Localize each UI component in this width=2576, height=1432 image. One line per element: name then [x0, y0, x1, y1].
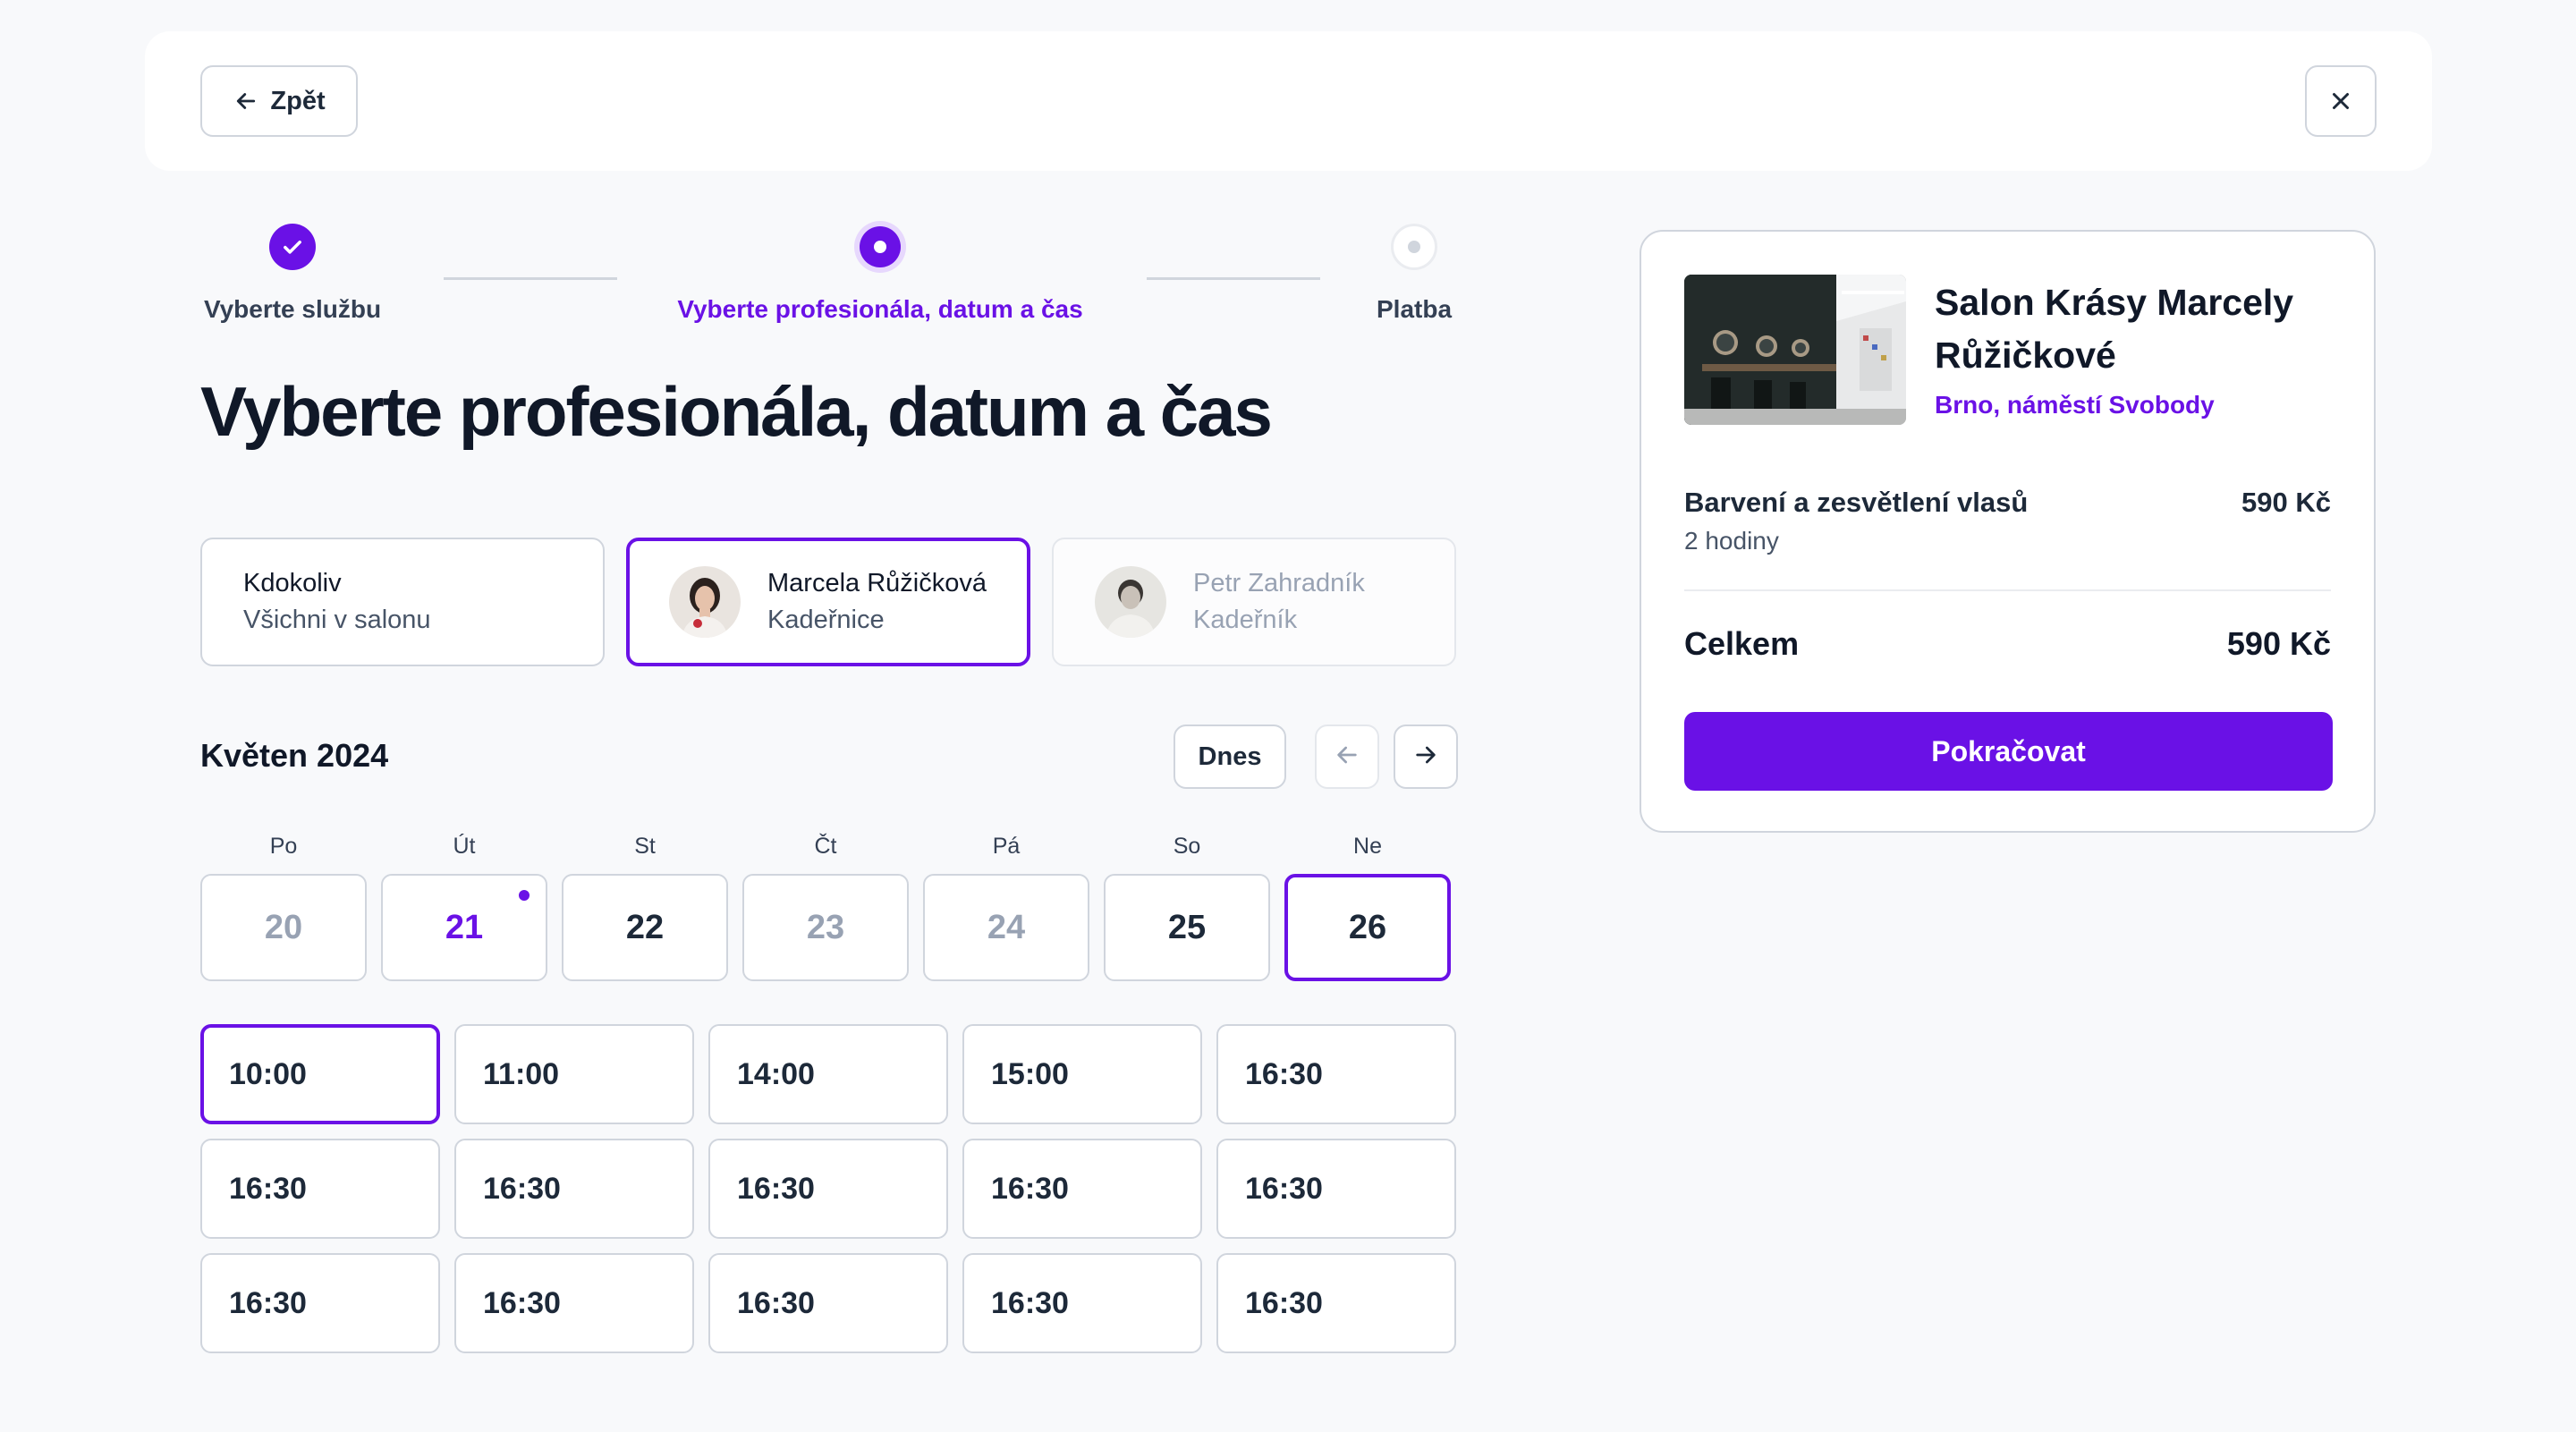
time-slot[interactable]: 16:30: [1216, 1024, 1456, 1124]
salon-location-link[interactable]: Brno, náměstí Svobody: [1935, 391, 2215, 419]
professional-name: Petr Zahradník: [1193, 569, 1365, 597]
total-value: 590 Kč: [2226, 625, 2331, 662]
service-duration: 2 hodiny: [1684, 527, 1779, 555]
day-number: 23: [806, 908, 845, 946]
time-slot[interactable]: 16:30: [1216, 1253, 1456, 1353]
arrow-left-icon: [1333, 741, 1361, 774]
professional-option-anyone[interactable]: Kdokoliv Všichni v salonu: [200, 538, 605, 666]
back-button[interactable]: Zpět: [200, 65, 358, 137]
weekday-label: So: [1173, 834, 1201, 859]
time-slot[interactable]: 16:30: [1216, 1139, 1456, 1239]
calendar-day[interactable]: 24: [923, 874, 1089, 981]
time-slot[interactable]: 16:30: [454, 1253, 694, 1353]
professional-option-marcela[interactable]: Marcela Růžičková Kadeřnice: [626, 538, 1030, 666]
avatar: [669, 566, 741, 638]
weekday-label: Ne: [1353, 834, 1382, 859]
next-week-button[interactable]: [1394, 724, 1458, 789]
progress-stepper: Vyberte službu Vyberte profesionála, dat…: [200, 221, 1456, 331]
day-number: 20: [264, 908, 303, 946]
back-button-label: Zpět: [270, 86, 326, 115]
weekday-label: St: [634, 834, 656, 859]
time-slot[interactable]: 14:00: [708, 1024, 948, 1124]
time-slot[interactable]: 16:30: [200, 1139, 440, 1239]
calendar-day[interactable]: 20: [200, 874, 367, 981]
time-slot[interactable]: 16:30: [962, 1253, 1202, 1353]
page-title: Vyberte profesionála, datum a čas: [200, 372, 1273, 451]
active-step-indicator: [854, 221, 906, 273]
calendar-day[interactable]: 22: [562, 874, 728, 981]
step-label: Platba: [1376, 295, 1453, 323]
calendar-day[interactable]: 23: [742, 874, 909, 981]
salon-name: Salon Krásy Marcely Růžičkové: [1935, 282, 2294, 376]
day-number: 25: [1167, 908, 1207, 946]
time-slot[interactable]: 16:30: [708, 1253, 948, 1353]
professional-name: Marcela Růžičková: [767, 569, 987, 597]
time-slot[interactable]: 15:00: [962, 1024, 1202, 1124]
day-number: 24: [987, 908, 1026, 946]
summary-divider: [1684, 589, 2331, 591]
professional-option-petr[interactable]: Petr Zahradník Kadeřník: [1052, 538, 1456, 666]
avatar: [1095, 566, 1166, 638]
today-marker: [519, 890, 530, 901]
calendar-day[interactable]: 25: [1104, 874, 1270, 981]
service-price: 590 Kč: [2241, 487, 2331, 518]
booking-page: Zpět Vyberte službu Vyberte profesionála…: [0, 0, 2576, 1432]
calendar-month-label: Květen 2024: [200, 737, 389, 774]
weekday-label: Pá: [992, 834, 1021, 859]
time-slot[interactable]: 16:30: [454, 1139, 694, 1239]
time-slot[interactable]: 11:00: [454, 1024, 694, 1124]
professional-name: Kdokoliv: [243, 569, 342, 597]
step-payment: Platba: [1372, 224, 1456, 324]
professional-role: Kadeřník: [1193, 606, 1298, 634]
time-slot[interactable]: 16:30: [708, 1139, 948, 1239]
total-label: Celkem: [1684, 625, 1800, 662]
calendar-day-selected[interactable]: 26: [1284, 874, 1451, 981]
step-connector: [444, 277, 617, 280]
arrow-left-icon: [233, 88, 259, 114]
booking-summary-card: Salon Krásy Marcely Růžičkové Brno, námě…: [1640, 230, 2376, 833]
step-label: Vyberte profesionála, datum a čas: [677, 295, 1083, 323]
top-bar: Zpět: [145, 31, 2432, 171]
weekday-label: Čt: [814, 834, 837, 859]
step-connector: [1147, 277, 1320, 280]
day-number: 22: [625, 908, 665, 946]
close-icon: [2327, 88, 2354, 114]
day-number: 26: [1348, 908, 1387, 946]
close-button[interactable]: [2305, 65, 2377, 137]
day-number: 21: [445, 908, 484, 946]
salon-photo: [1684, 275, 1906, 425]
pending-step-indicator: [1391, 224, 1437, 270]
weekday-label: Út: [453, 834, 476, 859]
step-select-service: Vyberte službu: [200, 224, 385, 324]
professional-role: Kadeřnice: [767, 606, 885, 634]
today-button[interactable]: Dnes: [1174, 724, 1286, 789]
check-icon: [269, 224, 316, 270]
arrow-right-icon: [1411, 741, 1440, 774]
service-name: Barvení a zesvětlení vlasů: [1684, 487, 2029, 518]
time-slot-selected[interactable]: 10:00: [200, 1024, 440, 1124]
time-slot[interactable]: 16:30: [962, 1139, 1202, 1239]
step-label: Vyberte službu: [203, 295, 382, 323]
continue-button[interactable]: Pokračovat: [1684, 712, 2333, 791]
step-select-professional: Vyberte profesionála, datum a čas: [674, 221, 1086, 324]
previous-week-button[interactable]: [1315, 724, 1379, 789]
professional-role: Všichni v salonu: [243, 606, 431, 634]
weekday-label: Po: [269, 834, 298, 859]
time-slot[interactable]: 16:30: [200, 1253, 440, 1353]
calendar-day-today[interactable]: 21: [381, 874, 547, 981]
